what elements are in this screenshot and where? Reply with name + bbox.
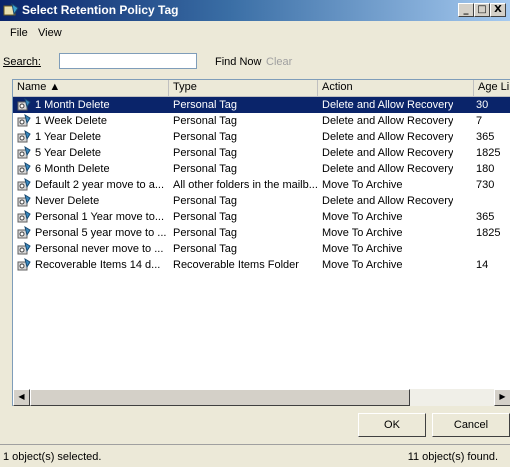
row-name: 1 Year Delete (35, 131, 102, 143)
table-row[interactable]: 1 Week Delete Personal Tag Delete and Allo… (13, 113, 510, 129)
retention-tag-icon (17, 242, 31, 255)
close-button[interactable]: X (490, 3, 506, 17)
table-row[interactable]: Never Delete Personal Tag Delete and Allow… (13, 193, 510, 209)
row-name: 1 Month Delete (35, 99, 110, 111)
retention-tag-icon (17, 178, 31, 191)
table-row[interactable]: 1 Year Delete Personal Tag Delete and Allo… (13, 129, 510, 145)
retention-tag-icon (17, 226, 31, 239)
scroll-left-button[interactable]: ◀ (13, 389, 30, 406)
row-name: Never Delete (35, 195, 100, 207)
menu-view[interactable]: View (38, 27, 62, 39)
column-header-action[interactable]: Action (318, 80, 474, 96)
retention-tag-icon (17, 114, 31, 127)
row-age-limit: 365 (476, 211, 495, 223)
row-name: 6 Month Delete (35, 163, 110, 175)
row-action: Move To Archive (322, 211, 403, 223)
row-type: Personal Tag (173, 99, 238, 111)
retention-tag-icon (17, 146, 31, 159)
table-row[interactable]: 1 Month Delete Personal Tag Delete and All… (13, 97, 510, 113)
row-name: 1 Week Delete (35, 115, 107, 127)
row-type: Personal Tag (173, 163, 238, 175)
scroll-thumb[interactable] (30, 389, 410, 406)
retention-tag-icon (17, 210, 31, 223)
row-type: Recoverable Items Folder (173, 259, 299, 271)
menu-file[interactable]: File (10, 27, 28, 39)
table-row[interactable]: Personal 1 Year move to... Personal Tag Mo… (13, 209, 510, 225)
search-bar: Search: Find Now Clear (0, 48, 510, 73)
horizontal-scrollbar[interactable]: ◀ ▶ (12, 389, 510, 406)
retention-tag-icon (17, 162, 31, 175)
retention-tag-icon (17, 98, 31, 111)
row-age-limit: 1825 (476, 227, 501, 239)
table-row[interactable]: 6 Month Delete Personal Tag Delete and All… (13, 161, 510, 177)
row-name: 5 Year Delete (35, 147, 102, 159)
table-row[interactable]: Personal 5 year move to ... Personal Tag M… (13, 225, 510, 241)
row-name: Personal 1 Year move to... (35, 211, 165, 223)
maximize-button[interactable]: □ (474, 3, 490, 17)
column-header-age-limit[interactable]: Age Lir (474, 80, 510, 96)
row-type: Personal Tag (173, 131, 238, 143)
row-action: Delete and Allow Recovery (322, 147, 454, 159)
retention-tag-icon (17, 130, 31, 143)
cancel-button[interactable]: Cancel (432, 413, 510, 437)
list-header: Name ▲ Type Action Age Lir (13, 80, 510, 97)
column-header-type[interactable]: Type (169, 80, 318, 96)
row-action: Delete and Allow Recovery (322, 195, 454, 207)
row-age-limit: 365 (476, 131, 495, 143)
row-age-limit: 7 (476, 115, 483, 127)
found-count-status: 11 object(s) found. (407, 451, 498, 463)
row-type: Personal Tag (173, 211, 238, 223)
row-action: Delete and Allow Recovery (322, 131, 454, 143)
row-action: Move To Archive (322, 179, 403, 191)
retention-tag-icon (17, 258, 31, 271)
row-action: Move To Archive (322, 243, 403, 255)
find-now-button[interactable]: Find Now (215, 56, 261, 68)
row-action: Move To Archive (322, 227, 403, 239)
retention-tag-icon (17, 194, 31, 207)
window-title: Select Retention Policy Tag (22, 3, 179, 17)
row-action: Move To Archive (322, 259, 403, 271)
menu-bar: File View (0, 22, 510, 46)
row-age-limit: 1825 (476, 147, 501, 159)
row-type: Personal Tag (173, 115, 238, 127)
table-row[interactable]: Recoverable Items 14 d... Recoverable Ite… (13, 257, 510, 273)
row-action: Delete and Allow Recovery (322, 115, 454, 127)
row-name: Default 2 year move to a... (35, 179, 165, 191)
scroll-right-button[interactable]: ▶ (494, 389, 510, 406)
row-action: Delete and Allow Recovery (322, 99, 454, 111)
clear-button[interactable]: Clear (266, 56, 292, 68)
column-header-name[interactable]: Name ▲ (13, 80, 169, 96)
table-row[interactable]: Default 2 year move to a... All other fol… (13, 177, 510, 193)
title-bar[interactable]: Select Retention Policy Tag _ □ X (0, 0, 510, 21)
selection-status: 1 object(s) selected. (3, 451, 102, 463)
row-type: Personal Tag (173, 243, 238, 255)
row-type: Personal Tag (173, 195, 238, 207)
table-row[interactable]: Personal never move to ... Personal Tag Mo… (13, 241, 510, 257)
search-label: Search: (3, 56, 41, 68)
minimize-button[interactable]: _ (458, 3, 474, 17)
row-type: Personal Tag (173, 227, 238, 239)
row-age-limit: 730 (476, 179, 495, 191)
retention-tag-icon (3, 3, 19, 16)
row-age-limit: 30 (476, 99, 489, 111)
search-input[interactable] (59, 53, 197, 69)
row-age-limit: 14 (476, 259, 489, 271)
row-name: Recoverable Items 14 d... (35, 259, 161, 271)
row-age-limit: 180 (476, 163, 495, 175)
table-row[interactable]: 5 Year Delete Personal Tag Delete and Allo… (13, 145, 510, 161)
row-type: All other folders in the mailb... (173, 179, 318, 191)
row-action: Delete and Allow Recovery (322, 163, 454, 175)
row-name: Personal never move to ... (35, 243, 164, 255)
ok-button[interactable]: OK (358, 413, 426, 437)
status-bar: 1 object(s) selected. 11 object(s) found… (0, 444, 510, 467)
row-type: Personal Tag (173, 147, 238, 159)
retention-tag-list[interactable]: Name ▲ Type Action Age Lir 1 Month Delet… (12, 79, 510, 390)
row-name: Personal 5 year move to ... (35, 227, 167, 239)
